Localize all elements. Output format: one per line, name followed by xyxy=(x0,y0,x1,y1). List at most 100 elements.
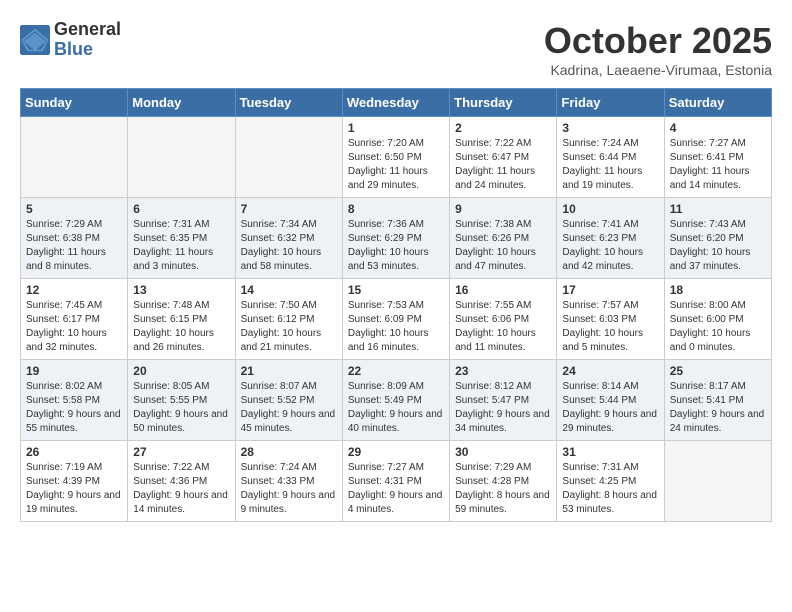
calendar-day-cell xyxy=(235,117,342,198)
calendar-day-cell: 5 Sunrise: 7:29 AM Sunset: 6:38 PM Daylig… xyxy=(21,198,128,279)
day-number: 12 xyxy=(26,283,122,297)
calendar-day-cell: 21Sunrise: 8:07 AM Sunset: 5:52 PM Dayli… xyxy=(235,360,342,441)
day-info: Sunrise: 7:27 AM Sunset: 4:31 PM Dayligh… xyxy=(348,461,444,517)
calendar-day-cell: 25 Sunrise: 8:17 AM Sunset: 5:41 PM Dayli… xyxy=(664,360,771,441)
day-info: Sunrise: 7:22 AM Sunset: 4:36 PM Dayligh… xyxy=(133,461,229,517)
day-info: Sunrise: 7:27 AM Sunset: 6:41 PM Dayligh… xyxy=(670,137,766,193)
day-number: 27 xyxy=(133,445,229,459)
calendar-day-cell: 30 Sunrise: 7:29 AM Sunset: 4:28 PM Dayli… xyxy=(450,441,557,522)
day-info: Sunrise: 7:55 AM Sunset: 6:06 PM Dayligh… xyxy=(455,299,551,355)
weekday-row: SundayMondayTuesdayWednesdayThursdayFrid… xyxy=(21,89,772,117)
day-number: 9 xyxy=(455,202,551,216)
day-info: Sunrise: 7:22 AM Sunset: 6:47 PM Dayligh… xyxy=(455,137,551,193)
day-info: Sunrise: 7:43 AM Sunset: 6:20 PM Dayligh… xyxy=(670,218,766,274)
day-number: 13 xyxy=(133,283,229,297)
weekday-header-thursday: Thursday xyxy=(450,89,557,117)
calendar-week-1: 1Sunrise: 7:20 AM Sunset: 6:50 PM Daylig… xyxy=(21,117,772,198)
day-info: Sunrise: 8:17 AM Sunset: 5:41 PM Dayligh… xyxy=(670,380,766,436)
weekday-header-sunday: Sunday xyxy=(21,89,128,117)
day-number: 22 xyxy=(348,364,444,378)
calendar-day-cell: 19 Sunrise: 8:02 AM Sunset: 5:58 PM Dayli… xyxy=(21,360,128,441)
calendar-day-cell: 11 Sunrise: 7:43 AM Sunset: 6:20 PM Dayli… xyxy=(664,198,771,279)
logo: General Blue xyxy=(20,20,121,60)
calendar-week-5: 26 Sunrise: 7:19 AM Sunset: 4:39 PM Dayli… xyxy=(21,441,772,522)
day-info: Sunrise: 7:31 AM Sunset: 6:35 PM Dayligh… xyxy=(133,218,229,274)
day-number: 31 xyxy=(562,445,658,459)
day-info: Sunrise: 8:07 AM Sunset: 5:52 PM Dayligh… xyxy=(241,380,337,436)
calendar-day-cell xyxy=(664,441,771,522)
day-info: Sunrise: 7:34 AM Sunset: 6:32 PM Dayligh… xyxy=(241,218,337,274)
calendar-day-cell: 6 Sunrise: 7:31 AM Sunset: 6:35 PM Daylig… xyxy=(128,198,235,279)
calendar-day-cell: 12 Sunrise: 7:45 AM Sunset: 6:17 PM Dayli… xyxy=(21,279,128,360)
day-info: Sunrise: 7:45 AM Sunset: 6:17 PM Dayligh… xyxy=(26,299,122,355)
day-number: 16 xyxy=(455,283,551,297)
day-number: 26 xyxy=(26,445,122,459)
day-number: 10 xyxy=(562,202,658,216)
day-info: Sunrise: 8:00 AM Sunset: 6:00 PM Dayligh… xyxy=(670,299,766,355)
calendar-day-cell: 31 Sunrise: 7:31 AM Sunset: 4:25 PM Dayli… xyxy=(557,441,664,522)
calendar-table: SundayMondayTuesdayWednesdayThursdayFrid… xyxy=(20,88,772,522)
calendar-day-cell: 17Sunrise: 7:57 AM Sunset: 6:03 PM Dayli… xyxy=(557,279,664,360)
calendar-day-cell: 24Sunrise: 8:14 AM Sunset: 5:44 PM Dayli… xyxy=(557,360,664,441)
month-title: October 2025 xyxy=(544,20,772,62)
day-info: Sunrise: 7:38 AM Sunset: 6:26 PM Dayligh… xyxy=(455,218,551,274)
day-number: 3 xyxy=(562,121,658,135)
calendar-day-cell: 18 Sunrise: 8:00 AM Sunset: 6:00 PM Dayli… xyxy=(664,279,771,360)
page-header: General Blue October 2025 Kadrina, Laeae… xyxy=(20,20,772,78)
calendar-day-cell: 20Sunrise: 8:05 AM Sunset: 5:55 PM Dayli… xyxy=(128,360,235,441)
day-info: Sunrise: 7:24 AM Sunset: 4:33 PM Dayligh… xyxy=(241,461,337,517)
day-number: 17 xyxy=(562,283,658,297)
day-info: Sunrise: 7:31 AM Sunset: 4:25 PM Dayligh… xyxy=(562,461,658,517)
day-number: 25 xyxy=(670,364,766,378)
calendar-day-cell: 8Sunrise: 7:36 AM Sunset: 6:29 PM Daylig… xyxy=(342,198,449,279)
calendar-day-cell: 27 Sunrise: 7:22 AM Sunset: 4:36 PM Dayli… xyxy=(128,441,235,522)
weekday-header-saturday: Saturday xyxy=(664,89,771,117)
day-info: Sunrise: 8:14 AM Sunset: 5:44 PM Dayligh… xyxy=(562,380,658,436)
day-info: Sunrise: 7:29 AM Sunset: 4:28 PM Dayligh… xyxy=(455,461,551,517)
logo-general: General xyxy=(54,20,121,40)
day-info: Sunrise: 8:12 AM Sunset: 5:47 PM Dayligh… xyxy=(455,380,551,436)
calendar-day-cell xyxy=(128,117,235,198)
calendar-day-cell: 23 Sunrise: 8:12 AM Sunset: 5:47 PM Dayli… xyxy=(450,360,557,441)
logo-icon xyxy=(20,25,50,55)
day-info: Sunrise: 8:05 AM Sunset: 5:55 PM Dayligh… xyxy=(133,380,229,436)
calendar-day-cell: 7Sunrise: 7:34 AM Sunset: 6:32 PM Daylig… xyxy=(235,198,342,279)
calendar-day-cell: 15Sunrise: 7:53 AM Sunset: 6:09 PM Dayli… xyxy=(342,279,449,360)
calendar-header: SundayMondayTuesdayWednesdayThursdayFrid… xyxy=(21,89,772,117)
calendar-day-cell: 22Sunrise: 8:09 AM Sunset: 5:49 PM Dayli… xyxy=(342,360,449,441)
calendar-day-cell: 14 Sunrise: 7:50 AM Sunset: 6:12 PM Dayli… xyxy=(235,279,342,360)
calendar-week-3: 12 Sunrise: 7:45 AM Sunset: 6:17 PM Dayli… xyxy=(21,279,772,360)
day-number: 30 xyxy=(455,445,551,459)
day-number: 18 xyxy=(670,283,766,297)
weekday-header-wednesday: Wednesday xyxy=(342,89,449,117)
day-number: 8 xyxy=(348,202,444,216)
day-info: Sunrise: 7:41 AM Sunset: 6:23 PM Dayligh… xyxy=(562,218,658,274)
day-info: Sunrise: 7:24 AM Sunset: 6:44 PM Dayligh… xyxy=(562,137,658,193)
weekday-header-friday: Friday xyxy=(557,89,664,117)
calendar-day-cell xyxy=(21,117,128,198)
day-info: Sunrise: 8:02 AM Sunset: 5:58 PM Dayligh… xyxy=(26,380,122,436)
day-number: 29 xyxy=(348,445,444,459)
calendar-day-cell: 10 Sunrise: 7:41 AM Sunset: 6:23 PM Dayli… xyxy=(557,198,664,279)
day-number: 23 xyxy=(455,364,551,378)
day-number: 6 xyxy=(133,202,229,216)
calendar-day-cell: 26 Sunrise: 7:19 AM Sunset: 4:39 PM Dayli… xyxy=(21,441,128,522)
day-number: 4 xyxy=(670,121,766,135)
day-number: 2 xyxy=(455,121,551,135)
calendar-day-cell: 4 Sunrise: 7:27 AM Sunset: 6:41 PM Daylig… xyxy=(664,117,771,198)
day-info: Sunrise: 7:19 AM Sunset: 4:39 PM Dayligh… xyxy=(26,461,122,517)
day-info: Sunrise: 7:48 AM Sunset: 6:15 PM Dayligh… xyxy=(133,299,229,355)
day-number: 19 xyxy=(26,364,122,378)
logo-blue: Blue xyxy=(54,40,121,60)
weekday-header-tuesday: Tuesday xyxy=(235,89,342,117)
location-subtitle: Kadrina, Laeaene-Virumaa, Estonia xyxy=(544,62,772,78)
calendar-day-cell: 3 Sunrise: 7:24 AM Sunset: 6:44 PM Daylig… xyxy=(557,117,664,198)
day-number: 14 xyxy=(241,283,337,297)
day-number: 5 xyxy=(26,202,122,216)
weekday-header-monday: Monday xyxy=(128,89,235,117)
day-info: Sunrise: 7:29 AM Sunset: 6:38 PM Dayligh… xyxy=(26,218,122,274)
day-number: 11 xyxy=(670,202,766,216)
calendar-day-cell: 9 Sunrise: 7:38 AM Sunset: 6:26 PM Daylig… xyxy=(450,198,557,279)
day-info: Sunrise: 7:50 AM Sunset: 6:12 PM Dayligh… xyxy=(241,299,337,355)
day-number: 28 xyxy=(241,445,337,459)
